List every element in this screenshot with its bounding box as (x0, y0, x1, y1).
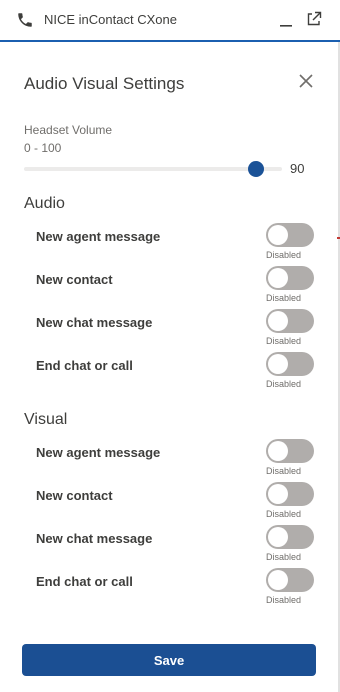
visual-setting-row: New agent message Disabled (0, 439, 338, 481)
visual-new-agent-message-label: New agent message (36, 445, 161, 460)
visual-new-chat-message-label: New chat message (36, 531, 153, 546)
toggle-knob (268, 484, 288, 504)
minimize-icon[interactable] (279, 12, 293, 28)
toggle-status: Disabled (266, 509, 302, 519)
headset-volume-label: Headset Volume (24, 123, 113, 137)
toggle-knob (268, 225, 288, 245)
visual-setting-row: New chat message Disabled (0, 525, 338, 567)
app-title: NICE inContact CXone (44, 12, 177, 27)
audio-end-chat-or-call-toggle[interactable] (266, 352, 314, 376)
audio-new-chat-message-toggle[interactable] (266, 309, 314, 333)
visual-new-contact-label: New contact (36, 488, 113, 503)
toggle-knob (268, 570, 288, 590)
audio-new-chat-message-label: New chat message (36, 315, 153, 330)
popout-icon[interactable] (306, 11, 322, 27)
audio-new-contact-toggle[interactable] (266, 266, 314, 290)
panel-title: Audio Visual Settings (24, 74, 185, 93)
visual-end-chat-or-call-toggle[interactable] (266, 568, 314, 592)
settings-panel: Audio Visual Settings Headset Volume 0 -… (0, 44, 338, 692)
audio-section-heading: Audio (24, 195, 65, 212)
close-icon[interactable] (298, 73, 314, 89)
audio-new-agent-message-toggle[interactable] (266, 223, 314, 247)
visual-end-chat-or-call-label: End chat or call (36, 574, 133, 589)
visual-new-contact-toggle[interactable] (266, 482, 314, 506)
toggle-status: Disabled (266, 250, 302, 260)
audio-new-contact-label: New contact (36, 272, 113, 287)
audio-setting-row: New agent message Disabled (0, 223, 338, 265)
save-button[interactable]: Save (22, 644, 316, 676)
toggle-status: Disabled (266, 336, 302, 346)
volume-range-label: 0 - 100 (24, 141, 62, 155)
audio-setting-row: New contact Disabled (0, 266, 338, 308)
audio-setting-row: End chat or call Disabled (0, 352, 338, 394)
volume-slider-track[interactable] (24, 161, 282, 177)
toggle-status: Disabled (266, 552, 302, 562)
toggle-knob (268, 441, 288, 461)
visual-setting-row: End chat or call Disabled (0, 568, 338, 610)
toggle-knob (268, 527, 288, 547)
volume-value: 90 (290, 161, 305, 176)
toggle-status: Disabled (266, 379, 302, 389)
visual-setting-row: New contact Disabled (0, 482, 338, 524)
phone-icon (18, 13, 32, 27)
toggle-knob (268, 354, 288, 374)
audio-end-chat-or-call-label: End chat or call (36, 358, 133, 373)
toggle-knob (268, 268, 288, 288)
volume-slider-thumb[interactable] (248, 161, 265, 177)
toggle-status: Disabled (266, 293, 302, 303)
toggle-status: Disabled (266, 595, 302, 605)
audio-setting-row: New chat message Disabled (0, 309, 338, 351)
app-header: NICE inContact CXone (0, 0, 340, 42)
visual-new-agent-message-toggle[interactable] (266, 439, 314, 463)
toggle-knob (268, 311, 288, 331)
toggle-status: Disabled (266, 466, 302, 476)
visual-new-chat-message-toggle[interactable] (266, 525, 314, 549)
visual-section-heading: Visual (24, 411, 68, 428)
audio-new-agent-message-label: New agent message (36, 229, 161, 244)
